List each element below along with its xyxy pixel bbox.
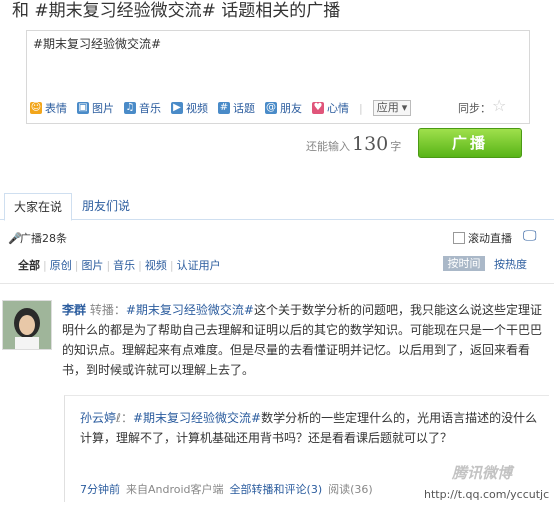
post-author[interactable]: 李群 xyxy=(62,303,86,317)
filter-separator: | xyxy=(138,258,142,272)
image-icon: ▣ xyxy=(77,102,89,114)
filter-item[interactable]: 视频 xyxy=(145,257,167,273)
friend-icon: @ xyxy=(265,102,277,114)
filter-separator: | xyxy=(106,258,111,272)
sort-by-hot-link[interactable]: 按热度 xyxy=(494,256,527,272)
filter-item[interactable]: 音乐 xyxy=(113,257,135,273)
app-dropdown[interactable]: 应用 ▾ xyxy=(372,100,412,116)
tool-emoji[interactable]: ☺ 表情 xyxy=(30,100,67,116)
vip-icon: ℓ： xyxy=(116,411,133,425)
watermark-url: http://t.qq.com/yccutjc xyxy=(424,488,550,501)
emoji-icon: ☺ xyxy=(30,102,42,114)
filter-item[interactable]: 认证用户 xyxy=(177,257,221,273)
watermark-logo: 腾讯微博 xyxy=(452,464,513,482)
avatar[interactable] xyxy=(2,300,52,350)
quote-body: 孙云婷ℓ：#期末复习经验微交流#数学分析的一些定理什么的，光用语言描述的没什么计… xyxy=(80,408,548,448)
sort-by-time-button[interactable]: 按时间 xyxy=(443,256,485,271)
post-button[interactable]: 广播 xyxy=(418,128,522,158)
tool-image[interactable]: ▣ 图片 xyxy=(77,100,114,116)
tool-music[interactable]: ♫ 音乐 xyxy=(124,100,161,116)
app-dropdown-label: 应用 xyxy=(376,101,399,114)
filter-separator: | xyxy=(74,258,79,272)
filter-item[interactable]: 全部 xyxy=(18,257,40,273)
quote-time[interactable]: 7分钟前 xyxy=(80,481,120,497)
scroll-live-label: 滚动直播 xyxy=(468,232,512,245)
tool-friend[interactable]: @ 朋友 xyxy=(265,100,302,116)
chevron-down-icon: ▾ xyxy=(401,101,408,114)
count-prefix: 还能输入 xyxy=(306,140,350,153)
tool-label: 图片 xyxy=(92,102,114,115)
divider xyxy=(0,283,554,284)
post-body: 李群 转播：#期末复习经验微交流#这个关于数学分析的问题吧，我只能这么说这些定理… xyxy=(62,300,548,380)
compose-text[interactable]: #期末复习经验微交流# xyxy=(33,35,161,52)
tool-video[interactable]: ▶ 视频 xyxy=(171,100,208,116)
quote-author[interactable]: 孙云婷 xyxy=(80,411,116,425)
tab-friends[interactable]: 朋友们说 xyxy=(82,193,130,219)
filter-bar: 全部 | 原创 | 图片 | 音乐 | 视频 | 认证用户 xyxy=(18,257,221,273)
filter-item[interactable]: 原创 xyxy=(50,257,72,273)
tab-everyone[interactable]: 大家在说 xyxy=(4,193,72,221)
scroll-live-toggle[interactable]: 滚动直播 xyxy=(453,230,512,246)
tool-mood[interactable]: ♥ 心情 xyxy=(312,100,349,116)
topic-title: 和 #期末复习经验微交流# 话题相关的广播 xyxy=(12,1,341,21)
broadcast-count: 广播28条 xyxy=(20,232,67,245)
tool-label: 话题 xyxy=(233,102,255,115)
quote-source: 来自Android客户端 xyxy=(126,483,224,496)
quote-meta: 7分钟前 来自Android客户端 全部转播和评论(3) 阅读(36) xyxy=(80,481,373,497)
star-icon[interactable]: ☆ xyxy=(492,96,506,115)
video-icon: ▶ xyxy=(171,102,183,114)
tool-label: 视频 xyxy=(186,102,208,115)
toolbar-separator: | xyxy=(359,101,363,115)
mood-icon: ♥ xyxy=(312,102,324,114)
music-icon: ♫ xyxy=(124,102,136,114)
filter-separator: | xyxy=(43,258,47,272)
filter-item[interactable]: 图片 xyxy=(81,257,103,273)
tool-topic[interactable]: # 话题 xyxy=(218,100,255,116)
monitor-icon[interactable]: 🖵 xyxy=(523,228,537,244)
quote-retweets-link[interactable]: 全部转播和评论(3) xyxy=(230,481,323,497)
tool-label: 心情 xyxy=(327,102,349,115)
post-action: 转播： xyxy=(89,303,126,317)
quote-topic-link[interactable]: #期末复习经验微交流# xyxy=(133,411,261,425)
count-suffix: 字 xyxy=(390,140,402,153)
tool-label: 音乐 xyxy=(139,102,161,115)
tool-label: 表情 xyxy=(45,102,67,115)
scroll-live-checkbox[interactable] xyxy=(453,232,465,244)
compose-toolbar: ☺ 表情 ▣ 图片 ♫ 音乐 ▶ 视频 # 话题 @ 朋友 ♥ 心情 | 应用 ▾ xyxy=(30,99,412,117)
sync-label: 同步： xyxy=(458,102,491,115)
post-topic-link[interactable]: #期末复习经验微交流# xyxy=(126,303,254,317)
count-number: 130 xyxy=(352,133,389,155)
topic-icon: # xyxy=(218,102,230,114)
tool-label: 朋友 xyxy=(280,102,302,115)
char-counter: 还能输入 130 字 xyxy=(306,133,401,155)
filter-separator: | xyxy=(169,258,174,272)
quote-reads: 阅读(36) xyxy=(328,483,373,496)
